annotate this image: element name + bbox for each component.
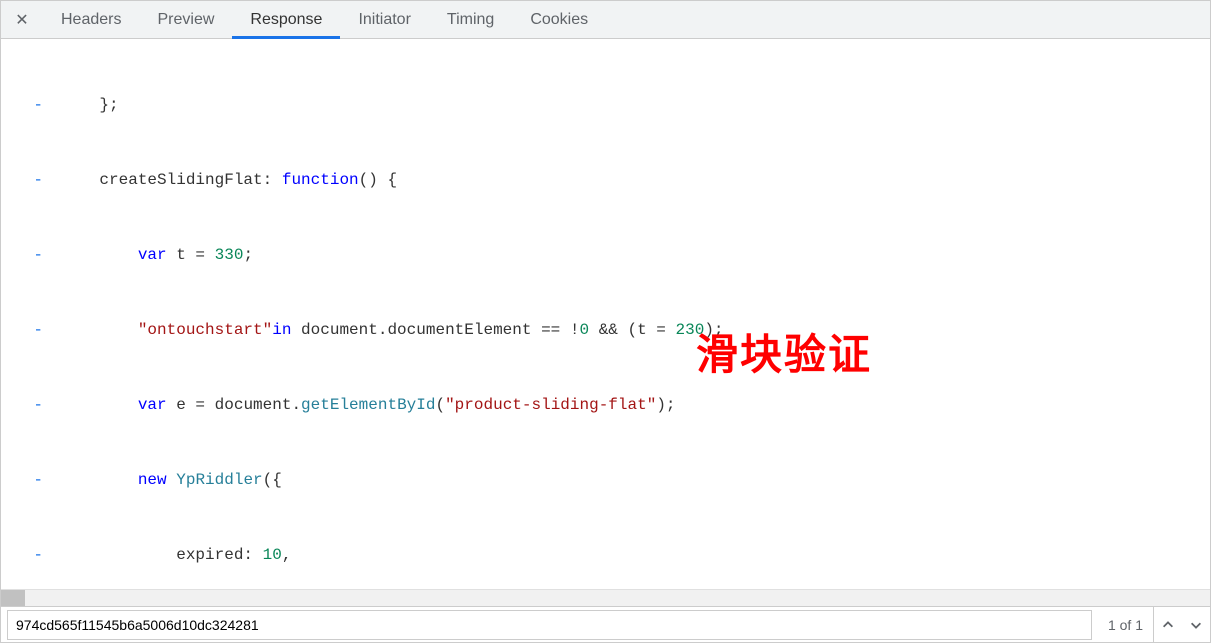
scrollbar-thumb[interactable] [1,590,25,606]
tab-response[interactable]: Response [232,1,340,39]
tab-cookies[interactable]: Cookies [512,1,606,39]
fold-gutter[interactable]: - [1,243,61,268]
fold-gutter[interactable]: - [1,318,61,343]
fold-gutter[interactable]: - [1,393,61,418]
fold-gutter[interactable]: - [1,168,61,193]
search-next-button[interactable] [1182,607,1210,643]
search-bar: 1 of 1 [1,606,1210,642]
tab-initiator[interactable]: Initiator [340,1,428,39]
devtools-tabbar: ✕ Headers Preview Response Initiator Tim… [1,1,1210,39]
tab-timing[interactable]: Timing [429,1,512,39]
close-icon[interactable]: ✕ [7,10,37,30]
tab-headers[interactable]: Headers [43,1,139,39]
search-input[interactable] [7,610,1092,640]
tab-preview[interactable]: Preview [139,1,232,39]
search-result-count: 1 of 1 [1098,617,1153,633]
response-body[interactable]: - }; - createSlidingFlat: function() { -… [1,39,1210,589]
search-prev-button[interactable] [1154,607,1182,643]
fold-gutter[interactable]: - [1,543,61,568]
chevron-up-icon [1161,618,1175,632]
annotation-label: 滑块验证 [696,321,872,382]
fold-gutter[interactable]: - [1,93,61,118]
horizontal-scrollbar[interactable] [1,589,1210,606]
chevron-down-icon [1189,618,1203,632]
fold-gutter[interactable]: - [1,468,61,493]
